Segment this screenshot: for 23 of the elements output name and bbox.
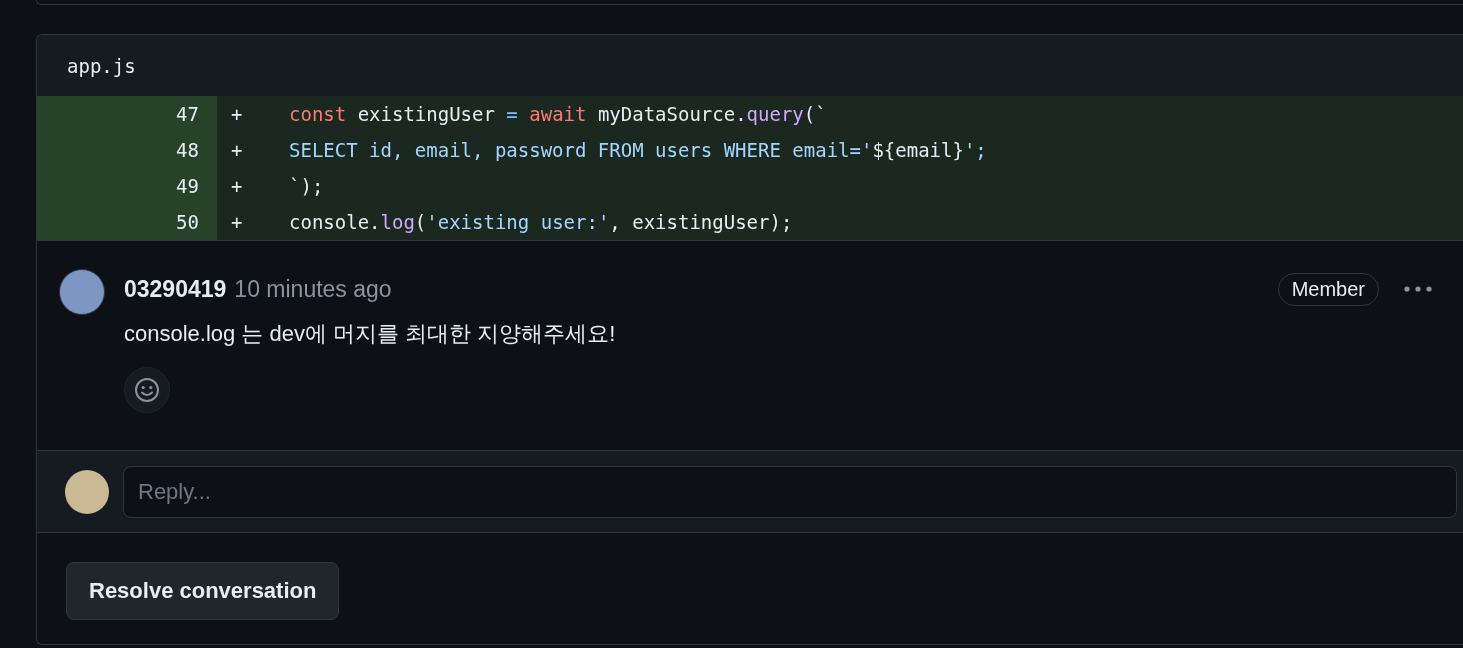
diff-sign: +	[230, 211, 244, 233]
add-reaction-button[interactable]	[124, 367, 170, 413]
line-number: 50	[37, 204, 217, 240]
code-line: SELECT id, email, password FROM users WHERE email='${email}';	[289, 139, 987, 161]
line-number: 47	[37, 96, 217, 132]
code-line: `);	[289, 175, 324, 197]
diff-sign: +	[230, 103, 244, 125]
more-options-icon	[1403, 285, 1433, 293]
resolve-conversation-button[interactable]: Resolve conversation	[66, 562, 340, 620]
file-name: app.js	[67, 54, 136, 77]
avatar[interactable]	[59, 269, 105, 315]
code-line: console.log('existing user:', existingUser);	[289, 211, 793, 233]
author-name[interactable]: 03290419	[124, 275, 227, 303]
line-number: 49	[37, 168, 217, 204]
smiley-icon	[134, 377, 160, 403]
comment-text: console.log 는 dev에 머지를 최대한 지양해주세요!	[124, 320, 617, 348]
line-number: 48	[37, 132, 217, 168]
diff-sign: +	[230, 139, 244, 161]
diff-sign: +	[230, 175, 244, 197]
reply-field[interactable]: Reply...	[123, 466, 1457, 518]
comment-time[interactable]: 10 minutes ago	[234, 275, 392, 303]
avatar	[65, 470, 109, 514]
code-line: const existingUser = await myDataSource.query(`	[289, 103, 827, 125]
